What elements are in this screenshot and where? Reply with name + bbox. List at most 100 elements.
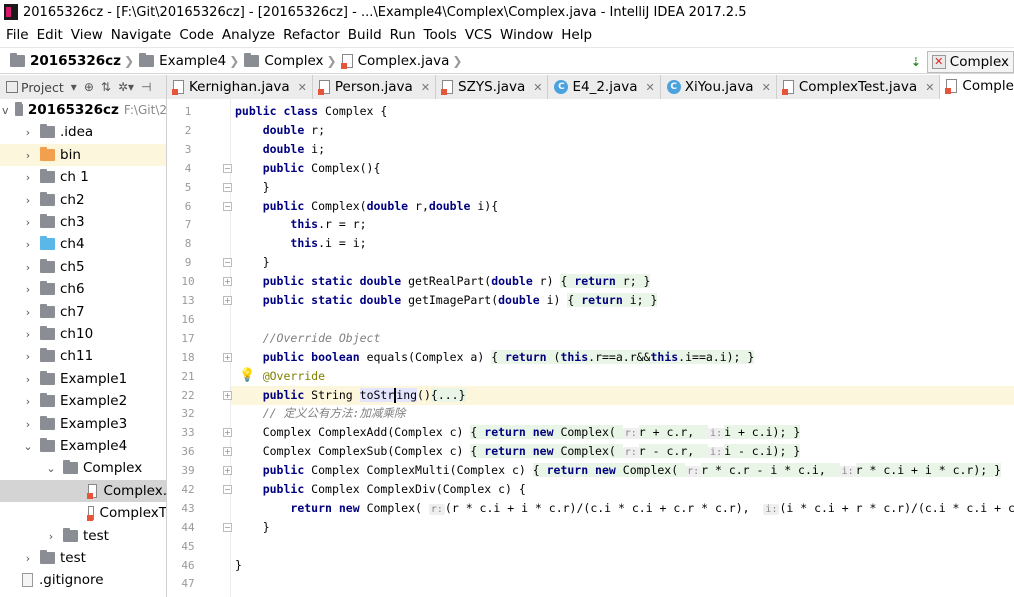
menu-code[interactable]: Code: [175, 27, 218, 43]
close-icon[interactable]: ✕: [298, 81, 307, 94]
tab-complex[interactable]: Complex.java ✕: [940, 75, 1014, 99]
code-line[interactable]: // 定义公有方法:加减乘除: [235, 404, 406, 423]
code-line[interactable]: public class Complex {: [235, 102, 387, 121]
code-line[interactable]: Complex ComplexAdd(Complex c) { return n…: [235, 423, 801, 442]
chevron-right-icon[interactable]: ›: [22, 418, 34, 431]
tree-item[interactable]: Complex.: [0, 480, 166, 502]
gear-icon[interactable]: ✲▾: [118, 80, 134, 94]
code-line[interactable]: public boolean equals(Complex a) { retur…: [235, 348, 755, 367]
chevron-down-icon[interactable]: ⌄: [22, 440, 34, 453]
code-line[interactable]: //Override Object: [235, 329, 381, 348]
tree-item[interactable]: › Example3: [0, 413, 166, 435]
menu-build[interactable]: Build: [344, 27, 386, 43]
tab-xiyou[interactable]: C XiYou.java ✕: [660, 75, 777, 99]
collapse-fold-icon[interactable]: −: [223, 523, 232, 532]
code-line[interactable]: public Complex(double r,double i){: [235, 197, 498, 216]
expand-fold-icon[interactable]: +: [223, 353, 232, 362]
chevron-right-icon[interactable]: ›: [22, 171, 34, 184]
tab-kernighan[interactable]: Kernighan.java ✕: [167, 75, 313, 99]
collapse-fold-icon[interactable]: −: [223, 258, 232, 267]
tree-item[interactable]: › test: [0, 547, 166, 569]
code-line[interactable]: public Complex ComplexDiv(Complex c) {: [235, 480, 526, 499]
menu-window[interactable]: Window: [496, 27, 557, 43]
tree-item[interactable]: .gitignore: [0, 569, 166, 591]
expand-fold-icon[interactable]: +: [223, 447, 232, 456]
tree-item[interactable]: › ch2: [0, 189, 166, 211]
tree-item[interactable]: › ch10: [0, 323, 166, 345]
chevron-right-icon[interactable]: ›: [22, 126, 34, 139]
close-icon[interactable]: ✕: [762, 81, 771, 94]
tree-item[interactable]: › Example1: [0, 368, 166, 390]
run-configuration-selector[interactable]: ✕ Complex: [926, 50, 1014, 73]
tree-item[interactable]: ComplexT: [0, 502, 166, 524]
chevron-right-icon[interactable]: ›: [22, 283, 34, 296]
expand-fold-icon[interactable]: +: [223, 466, 232, 475]
menu-run[interactable]: Run: [386, 27, 420, 43]
code-line[interactable]: public static double getImagePart(double…: [235, 291, 658, 310]
chevron-right-icon[interactable]: ›: [45, 530, 57, 543]
code-line[interactable]: Complex ComplexSub(Complex c) { return n…: [235, 442, 801, 461]
expand-fold-icon[interactable]: +: [223, 296, 232, 305]
tab-complextest[interactable]: ComplexTest.java ✕: [776, 75, 941, 99]
close-icon[interactable]: ✕: [533, 81, 542, 94]
code-line[interactable]: this.r = r;: [235, 215, 366, 234]
tree-item[interactable]: ⌄ Example4: [0, 435, 166, 457]
menu-refactor[interactable]: Refactor: [279, 27, 344, 43]
breadcrumb-project[interactable]: 20165326cz: [0, 52, 121, 69]
hide-panel-icon[interactable]: ⊣: [141, 80, 151, 94]
tree-item[interactable]: › ch11: [0, 345, 166, 367]
tree-item[interactable]: › test: [0, 525, 166, 547]
chevron-right-icon[interactable]: ›: [22, 552, 34, 565]
tab-person[interactable]: Person.java ✕: [312, 75, 437, 99]
tree-root[interactable]: v 20165326cz F:\Git\2: [0, 99, 166, 121]
code-line[interactable]: public Complex(){: [235, 159, 381, 178]
tree-item[interactable]: › ch5: [0, 256, 166, 278]
tree-item[interactable]: › ch6: [0, 278, 166, 300]
menu-navigate[interactable]: Navigate: [107, 27, 176, 43]
tree-item[interactable]: › ch3: [0, 211, 166, 233]
chevron-right-icon[interactable]: ›: [22, 395, 34, 408]
breadcrumb-complex[interactable]: Complex: [244, 52, 324, 69]
code-line[interactable]: double i;: [235, 140, 325, 159]
breadcrumb-example4[interactable]: Example4: [139, 52, 226, 69]
tree-item[interactable]: › bin: [0, 144, 166, 166]
collapse-all-icon[interactable]: ⇅: [101, 80, 111, 94]
code-editor[interactable]: 1 2 3 4 − 5 − 6 − 7 8 9 − 10 +13 +16 17 18 +21 22 +32 33 +36 +3…: [167, 99, 1014, 597]
chevron-right-icon[interactable]: ›: [22, 373, 34, 386]
collapse-fold-icon[interactable]: −: [223, 164, 232, 173]
chevron-right-icon[interactable]: ›: [22, 194, 34, 207]
chevron-right-icon[interactable]: ›: [22, 350, 34, 363]
expand-fold-icon[interactable]: +: [223, 428, 232, 437]
dropdown-arrow-icon[interactable]: ▾: [71, 80, 77, 94]
menu-analyze[interactable]: Analyze: [218, 27, 279, 43]
tree-item[interactable]: › ch 1: [0, 166, 166, 188]
collapse-fold-icon[interactable]: −: [223, 485, 232, 494]
collapse-fold-icon[interactable]: −: [223, 183, 232, 192]
tab-e4-2[interactable]: C E4_2.java ✕: [548, 75, 661, 99]
chevron-down-icon[interactable]: v: [2, 104, 9, 117]
code-line[interactable]: this.i = i;: [235, 234, 366, 253]
menu-edit[interactable]: Edit: [33, 27, 67, 43]
chevron-right-icon[interactable]: ›: [22, 328, 34, 341]
chevron-right-icon[interactable]: ›: [22, 306, 34, 319]
chevron-right-icon[interactable]: ›: [22, 261, 34, 274]
expand-fold-icon[interactable]: +: [223, 391, 232, 400]
menu-tools[interactable]: Tools: [420, 27, 461, 43]
scroll-from-source-icon[interactable]: ⊕: [84, 80, 94, 94]
chevron-right-icon[interactable]: ›: [22, 149, 34, 162]
menu-view[interactable]: View: [67, 27, 107, 43]
code-line[interactable]: }: [235, 178, 270, 197]
expand-fold-icon[interactable]: +: [223, 277, 232, 286]
code-line[interactable]: }: [235, 518, 270, 537]
collapse-fold-icon[interactable]: −: [223, 202, 232, 211]
project-tool-header[interactable]: Project ▾ ⊕ ⇅ ✲▾ ⊣: [0, 75, 167, 99]
close-icon[interactable]: ✕: [421, 81, 430, 94]
code-line[interactable]: }: [235, 556, 242, 575]
close-icon[interactable]: ✕: [646, 81, 655, 94]
tree-item[interactable]: › .idea: [0, 121, 166, 143]
code-line[interactable]: public String toStr ing(){...}: [235, 386, 466, 405]
tree-item[interactable]: › ch4: [0, 233, 166, 255]
code-line[interactable]: return new Complex( r: (r * c.i + i * c.r…: [235, 499, 1014, 518]
tab-szys[interactable]: SZYS.java ✕: [436, 75, 549, 99]
code-line[interactable]: }: [235, 253, 270, 272]
